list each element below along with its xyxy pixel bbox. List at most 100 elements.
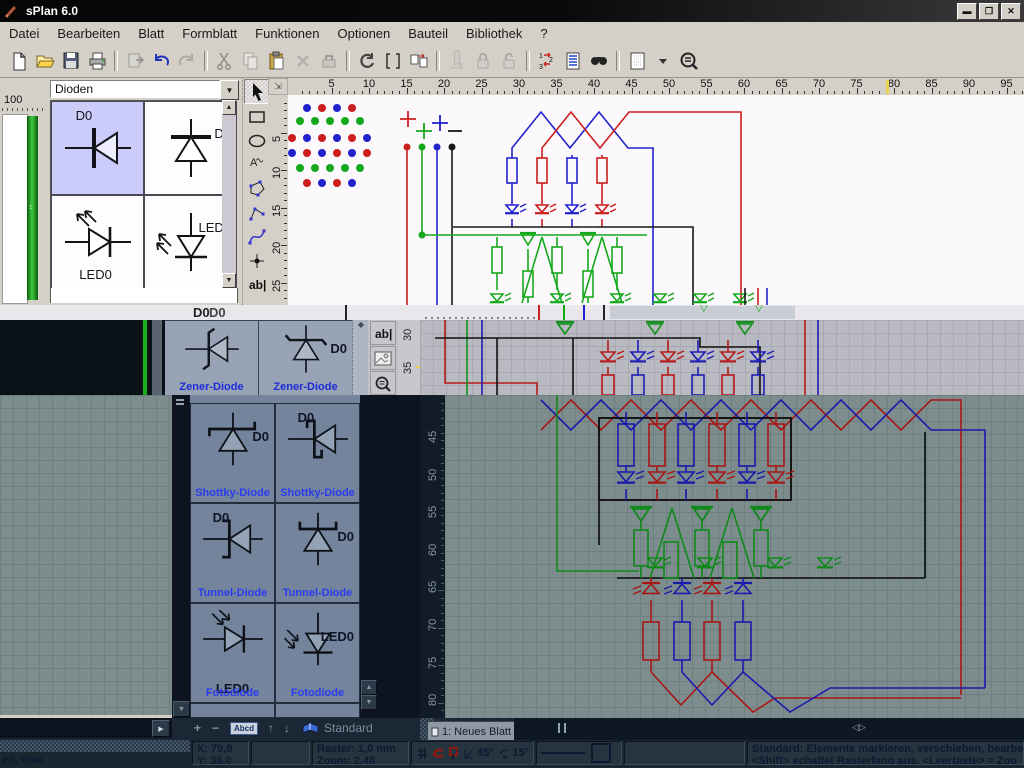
move-up-icon[interactable]: ↑ bbox=[268, 721, 274, 735]
zoom-tool-button[interactable] bbox=[676, 48, 702, 73]
schematic-canvas[interactable] bbox=[288, 95, 1024, 305]
menu-item-help[interactable]: ? bbox=[531, 24, 556, 43]
new-file-button[interactable] bbox=[6, 48, 32, 73]
sheet-button[interactable] bbox=[624, 48, 650, 73]
curve-icon bbox=[246, 226, 268, 248]
tool-image-fragment[interactable] bbox=[370, 346, 396, 370]
tool-polygon[interactable] bbox=[245, 177, 268, 200]
freehand-icon[interactable] bbox=[431, 746, 443, 760]
component-cell-fotodiode-2[interactable]: LED0 Fotodiode bbox=[275, 603, 360, 703]
search-button[interactable] bbox=[586, 48, 612, 73]
component-cell-zener-1[interactable]: Zener-Diode bbox=[165, 321, 259, 395]
abcd-button[interactable]: Abcd bbox=[230, 722, 258, 735]
tool-ellipse[interactable] bbox=[245, 129, 268, 152]
menu-item-optionen[interactable]: Optionen bbox=[329, 24, 400, 43]
scroll-right-icon[interactable]: ▶ bbox=[152, 720, 170, 737]
pin-icon[interactable] bbox=[448, 746, 458, 760]
grid-toggle-icon[interactable] bbox=[416, 746, 426, 760]
schematic-canvas-dark[interactable] bbox=[445, 395, 1024, 718]
h-ruler-label: 15 bbox=[400, 78, 412, 90]
swap-button[interactable] bbox=[406, 48, 432, 73]
minimize-button[interactable]: ▬ bbox=[957, 3, 977, 20]
tool-rect[interactable] bbox=[245, 105, 268, 128]
print-button[interactable] bbox=[84, 48, 110, 73]
toolbar-separator bbox=[114, 51, 118, 71]
maximize-button[interactable]: ❐ bbox=[979, 3, 999, 20]
stamp-button[interactable] bbox=[444, 48, 470, 73]
zoom-tool-icon bbox=[678, 50, 700, 72]
export-button[interactable] bbox=[122, 48, 148, 73]
renumber-button[interactable]: 123 bbox=[534, 48, 560, 73]
scroll-up-icon[interactable]: ▲ bbox=[361, 680, 377, 695]
schematic-canvas-fragment[interactable] bbox=[420, 320, 1024, 395]
component-cell-shottky-diode-2[interactable]: D0 Shottky-Diode bbox=[275, 403, 360, 503]
dropdown-arrow-icon[interactable]: ▼ bbox=[220, 80, 239, 100]
undo-button[interactable] bbox=[148, 48, 174, 73]
save-file-button[interactable] bbox=[58, 48, 84, 73]
scroll-grip-icon[interactable]: ◁▷ bbox=[852, 722, 866, 733]
scroll-up-icon[interactable]: ▲ bbox=[222, 100, 236, 115]
h-ruler-label: 90 bbox=[963, 78, 975, 90]
sheet-dropdown-button[interactable] bbox=[650, 48, 676, 73]
component-list-button[interactable] bbox=[560, 48, 586, 73]
brackets-button[interactable] bbox=[380, 48, 406, 73]
scroll-down-icon[interactable]: ▼ bbox=[361, 695, 377, 710]
component-cell-d0-1[interactable]: D0 bbox=[51, 101, 144, 195]
menu-item-bibliothek[interactable]: Bibliothek bbox=[457, 24, 531, 43]
close-button[interactable]: ✕ bbox=[1001, 3, 1021, 20]
h-ruler-label: 60 bbox=[738, 78, 750, 90]
refresh-button[interactable] bbox=[354, 48, 380, 73]
cursor-icon bbox=[246, 81, 268, 103]
menu-item-funktionen[interactable]: Funktionen bbox=[246, 24, 328, 43]
unlock-button[interactable] bbox=[496, 48, 522, 73]
tool-text-fragment[interactable]: ab| bbox=[370, 321, 396, 345]
glitch-band-gray: Zener-Diode D0 Zener-Diode ◆ ab| 3035 bbox=[0, 320, 1024, 395]
menu-item-blatt[interactable]: Blatt bbox=[129, 24, 173, 43]
tool-magnifier-fragment[interactable] bbox=[370, 371, 396, 395]
green-scrollbar[interactable]: ↕ bbox=[27, 116, 38, 300]
library-scrollbar[interactable]: ▲ ▼ bbox=[222, 100, 236, 288]
node-icon bbox=[246, 250, 268, 272]
move-down-icon[interactable]: ↓ bbox=[284, 721, 290, 735]
remove-button[interactable]: − bbox=[212, 721, 219, 735]
h-scrollbar-canvas[interactable]: ◁▷ bbox=[514, 718, 1024, 740]
redo-button[interactable] bbox=[174, 48, 200, 73]
component-cell-shottky-diode-1[interactable]: D0 Shottky-Diode bbox=[190, 403, 275, 503]
tool-curve[interactable] bbox=[245, 225, 268, 248]
component-cell-led0-3[interactable]: LED0 bbox=[51, 195, 144, 289]
line-style-cell[interactable] bbox=[536, 741, 622, 765]
tool-special[interactable]: A bbox=[245, 153, 268, 176]
duplicate-button[interactable] bbox=[316, 48, 342, 73]
component-cell-tunnel-diode-2[interactable]: D0 Tunnel-Diode bbox=[275, 503, 360, 603]
lock-button[interactable] bbox=[470, 48, 496, 73]
toolbar-separator bbox=[616, 51, 620, 71]
menu-item-formblatt[interactable]: Formblatt bbox=[173, 24, 246, 43]
scroll-down-icon[interactable]: ▼ bbox=[222, 273, 236, 288]
tool-text[interactable]: ab| bbox=[245, 273, 268, 296]
scroll-down-icon[interactable]: ▼ bbox=[173, 701, 190, 717]
library-scrollbar-dark[interactable]: ▲ ▼ bbox=[360, 395, 377, 718]
paste-button[interactable] bbox=[264, 48, 290, 73]
category-dropdown[interactable]: Dioden bbox=[50, 80, 220, 98]
menu-item-datei[interactable]: Datei bbox=[0, 24, 48, 43]
copy-button[interactable] bbox=[238, 48, 264, 73]
h-ruler-label: 80 bbox=[888, 78, 900, 90]
h-scrollbar-left[interactable]: ▶ bbox=[0, 718, 172, 738]
cut-button[interactable] bbox=[212, 48, 238, 73]
sheet-icon bbox=[431, 727, 439, 737]
pane-scrollbar[interactable]: ▼ bbox=[172, 395, 190, 718]
open-file-button[interactable] bbox=[32, 48, 58, 73]
component-cell-tunnel-diode-1[interactable]: D0 Tunnel-Diode bbox=[190, 503, 275, 603]
delete-button[interactable] bbox=[290, 48, 316, 73]
sheet-tab[interactable]: 1: Neues Blatt bbox=[427, 721, 515, 741]
menu-item-bearbeiten[interactable]: Bearbeiten bbox=[48, 24, 129, 43]
component-cell-zener-2[interactable]: D0 Zener-Diode bbox=[259, 321, 353, 395]
menu-item-bauteil[interactable]: Bauteil bbox=[399, 24, 457, 43]
add-button[interactable]: + bbox=[194, 721, 201, 735]
preview-grid-pane[interactable] bbox=[0, 395, 172, 715]
tool-cursor[interactable] bbox=[244, 79, 269, 104]
panel-separator[interactable]: ◆ bbox=[352, 320, 369, 395]
component-cell-fotodiode-1[interactable]: LED0 Fotodiode bbox=[190, 603, 275, 703]
tool-node[interactable] bbox=[245, 249, 268, 272]
tool-polyline[interactable] bbox=[245, 201, 268, 224]
